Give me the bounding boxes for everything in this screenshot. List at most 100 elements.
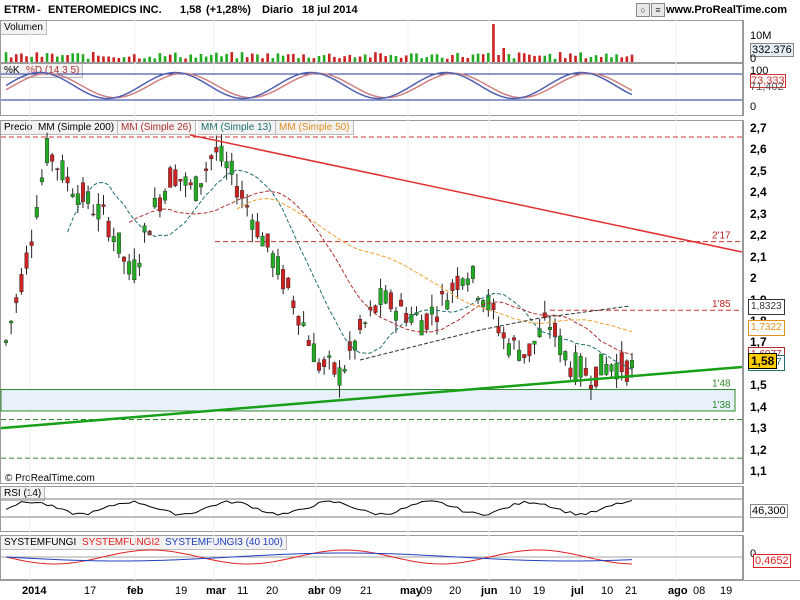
level-label-s138: 1'38 bbox=[712, 400, 731, 411]
volume-bar bbox=[512, 58, 516, 62]
candle-body bbox=[240, 190, 245, 199]
volume-bar bbox=[71, 53, 75, 62]
candle-body bbox=[204, 168, 209, 171]
candle-body bbox=[424, 313, 429, 330]
volume-bar bbox=[317, 55, 321, 62]
candle-body bbox=[496, 326, 501, 334]
candle-body bbox=[624, 360, 629, 382]
volume-bar bbox=[271, 58, 275, 62]
volume-bar bbox=[445, 58, 449, 62]
volume-bar bbox=[410, 53, 413, 62]
volume-bar bbox=[235, 58, 239, 62]
volume-bar bbox=[127, 56, 131, 62]
candle-body bbox=[599, 353, 604, 376]
candle-body bbox=[378, 288, 383, 305]
volume-bar bbox=[502, 48, 506, 62]
volume-bar bbox=[358, 56, 362, 62]
rsi-line bbox=[5, 500, 633, 516]
volume-bar bbox=[292, 53, 295, 62]
candle-body bbox=[234, 185, 239, 198]
candle-body bbox=[317, 362, 322, 371]
volume-bar bbox=[589, 56, 593, 62]
candle-body bbox=[70, 193, 75, 197]
volume-bar bbox=[533, 55, 536, 62]
candle-body bbox=[281, 269, 286, 290]
volume-bar bbox=[225, 53, 228, 62]
volume-bar bbox=[569, 53, 572, 62]
candle-body bbox=[573, 352, 578, 383]
candle-body bbox=[250, 219, 255, 230]
volume-bar bbox=[112, 57, 116, 62]
candle-body bbox=[553, 323, 558, 338]
volume-bar bbox=[153, 58, 157, 62]
volume-bar bbox=[599, 57, 603, 62]
volume-bar bbox=[492, 24, 495, 62]
candle-body bbox=[568, 367, 573, 377]
mm50-line bbox=[236, 198, 633, 333]
volume-bar bbox=[256, 54, 259, 62]
volume-bar bbox=[76, 53, 80, 62]
candle-body bbox=[111, 236, 116, 243]
candle-body bbox=[435, 316, 440, 322]
volume-bar bbox=[615, 54, 618, 62]
volume-bar bbox=[553, 58, 557, 62]
volume-bar bbox=[40, 56, 44, 62]
volume-bar bbox=[286, 54, 290, 62]
candle-body bbox=[214, 147, 219, 153]
candle-body bbox=[517, 349, 522, 361]
volume-bar bbox=[497, 55, 500, 62]
volume-bar bbox=[250, 53, 254, 62]
candle-body bbox=[342, 368, 347, 372]
volume-bar bbox=[117, 57, 121, 62]
volume-bar bbox=[451, 54, 454, 62]
candle-body bbox=[291, 300, 296, 309]
volume-bar bbox=[138, 58, 141, 62]
volume-bar bbox=[425, 57, 429, 62]
volume-bar bbox=[297, 58, 300, 62]
candle-body bbox=[296, 315, 301, 326]
volume-bar bbox=[456, 52, 459, 62]
candle-body bbox=[270, 253, 275, 268]
level-label-r217: 2'17 bbox=[712, 231, 731, 242]
candle-body bbox=[198, 183, 203, 188]
volume-bar bbox=[35, 52, 39, 62]
volume-bar bbox=[471, 54, 475, 62]
volume-bar bbox=[30, 56, 33, 62]
candle-body bbox=[91, 213, 96, 216]
candle-body bbox=[465, 278, 470, 286]
candle-body bbox=[619, 352, 624, 373]
volume-bar bbox=[148, 56, 151, 62]
candle-body bbox=[609, 364, 614, 372]
volume-bar bbox=[302, 54, 305, 62]
candle-body bbox=[501, 332, 506, 339]
candle-body bbox=[460, 278, 465, 286]
candle-body bbox=[547, 326, 552, 330]
volume-bar bbox=[143, 58, 146, 62]
candle-body bbox=[286, 277, 291, 288]
candle-body bbox=[301, 322, 306, 326]
volume-bar bbox=[4, 52, 8, 62]
volume-bar bbox=[579, 52, 582, 62]
candle-body bbox=[388, 292, 393, 310]
volume-bar bbox=[543, 55, 547, 62]
candle-body bbox=[152, 198, 157, 208]
volume-bar bbox=[266, 53, 269, 62]
candle-body bbox=[373, 305, 378, 313]
candle-body bbox=[265, 233, 270, 248]
volume-bar bbox=[163, 56, 167, 62]
candle-body bbox=[19, 274, 24, 293]
volume-bar bbox=[363, 54, 367, 62]
level-label-r185: 1'85 bbox=[712, 299, 731, 310]
volume-bar bbox=[230, 52, 234, 62]
candle-body bbox=[522, 354, 527, 359]
volume-bar bbox=[261, 58, 264, 62]
volume-bar bbox=[630, 54, 634, 62]
candle-body bbox=[163, 191, 168, 201]
volume-bar bbox=[379, 53, 382, 62]
volume-bar bbox=[209, 54, 213, 62]
volume-bar bbox=[528, 54, 531, 62]
candle-body bbox=[24, 252, 29, 269]
volume-bar bbox=[168, 54, 172, 62]
volume-bar bbox=[625, 56, 629, 62]
candle-body bbox=[29, 241, 34, 246]
